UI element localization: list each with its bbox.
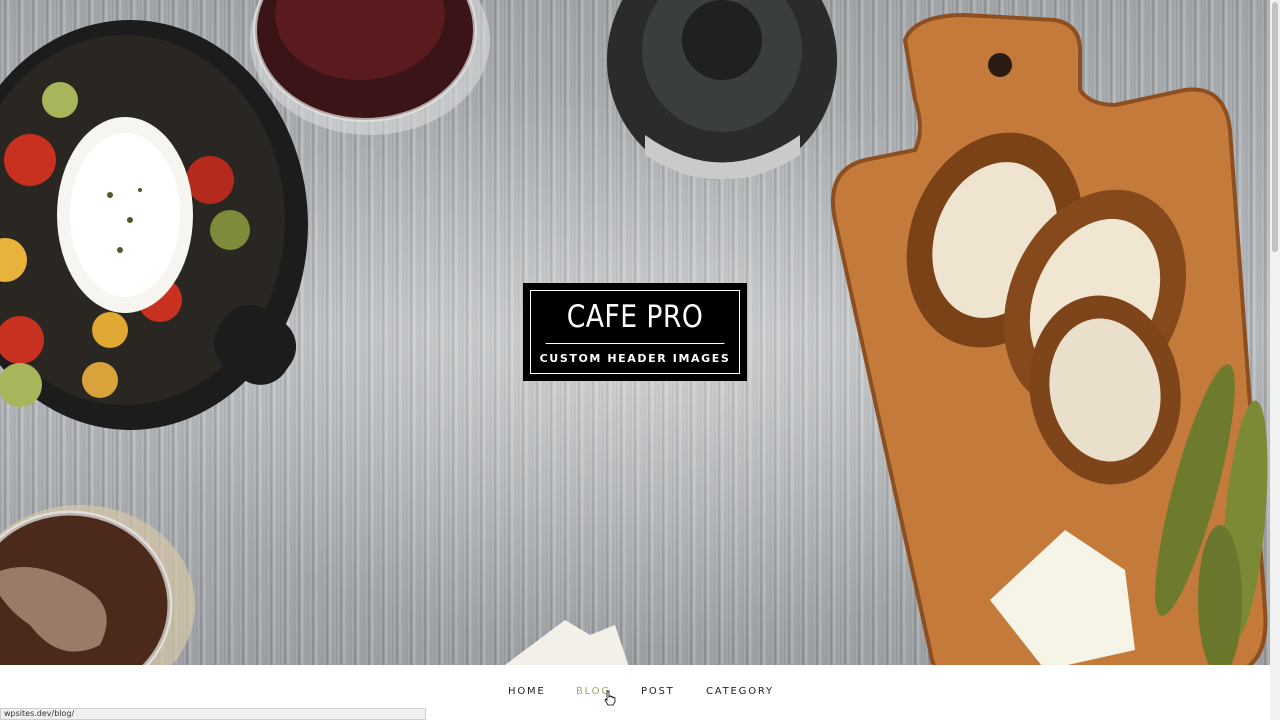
site-title-frame: CAFE PRO CUSTOM HEADER IMAGES [530, 290, 740, 374]
beer-glass-illustration [0, 505, 195, 665]
site-title[interactable]: CAFE PRO [545, 291, 725, 344]
header-image: CAFE PRO CUSTOM HEADER IMAGES [0, 0, 1270, 665]
nav-item-home[interactable]: HOME [508, 686, 546, 697]
nav-item-post[interactable]: POST [641, 686, 675, 697]
napkin-illustration [505, 620, 629, 665]
cutting-board-illustration [831, 12, 1268, 665]
link-status-bar: wpsites.dev/blog/ [0, 708, 426, 720]
site-title-badge[interactable]: CAFE PRO CUSTOM HEADER IMAGES [523, 283, 747, 381]
site-description: CUSTOM HEADER IMAGES [539, 352, 731, 365]
wine-glass-illustration [250, 0, 490, 135]
nav-item-category[interactable]: CATEGORY [706, 686, 774, 697]
hand-cursor-icon [604, 690, 616, 706]
scrollbar-thumb[interactable] [1272, 2, 1278, 252]
bottle-illustration [607, 0, 837, 180]
page-scrollbar[interactable] [1270, 0, 1280, 720]
